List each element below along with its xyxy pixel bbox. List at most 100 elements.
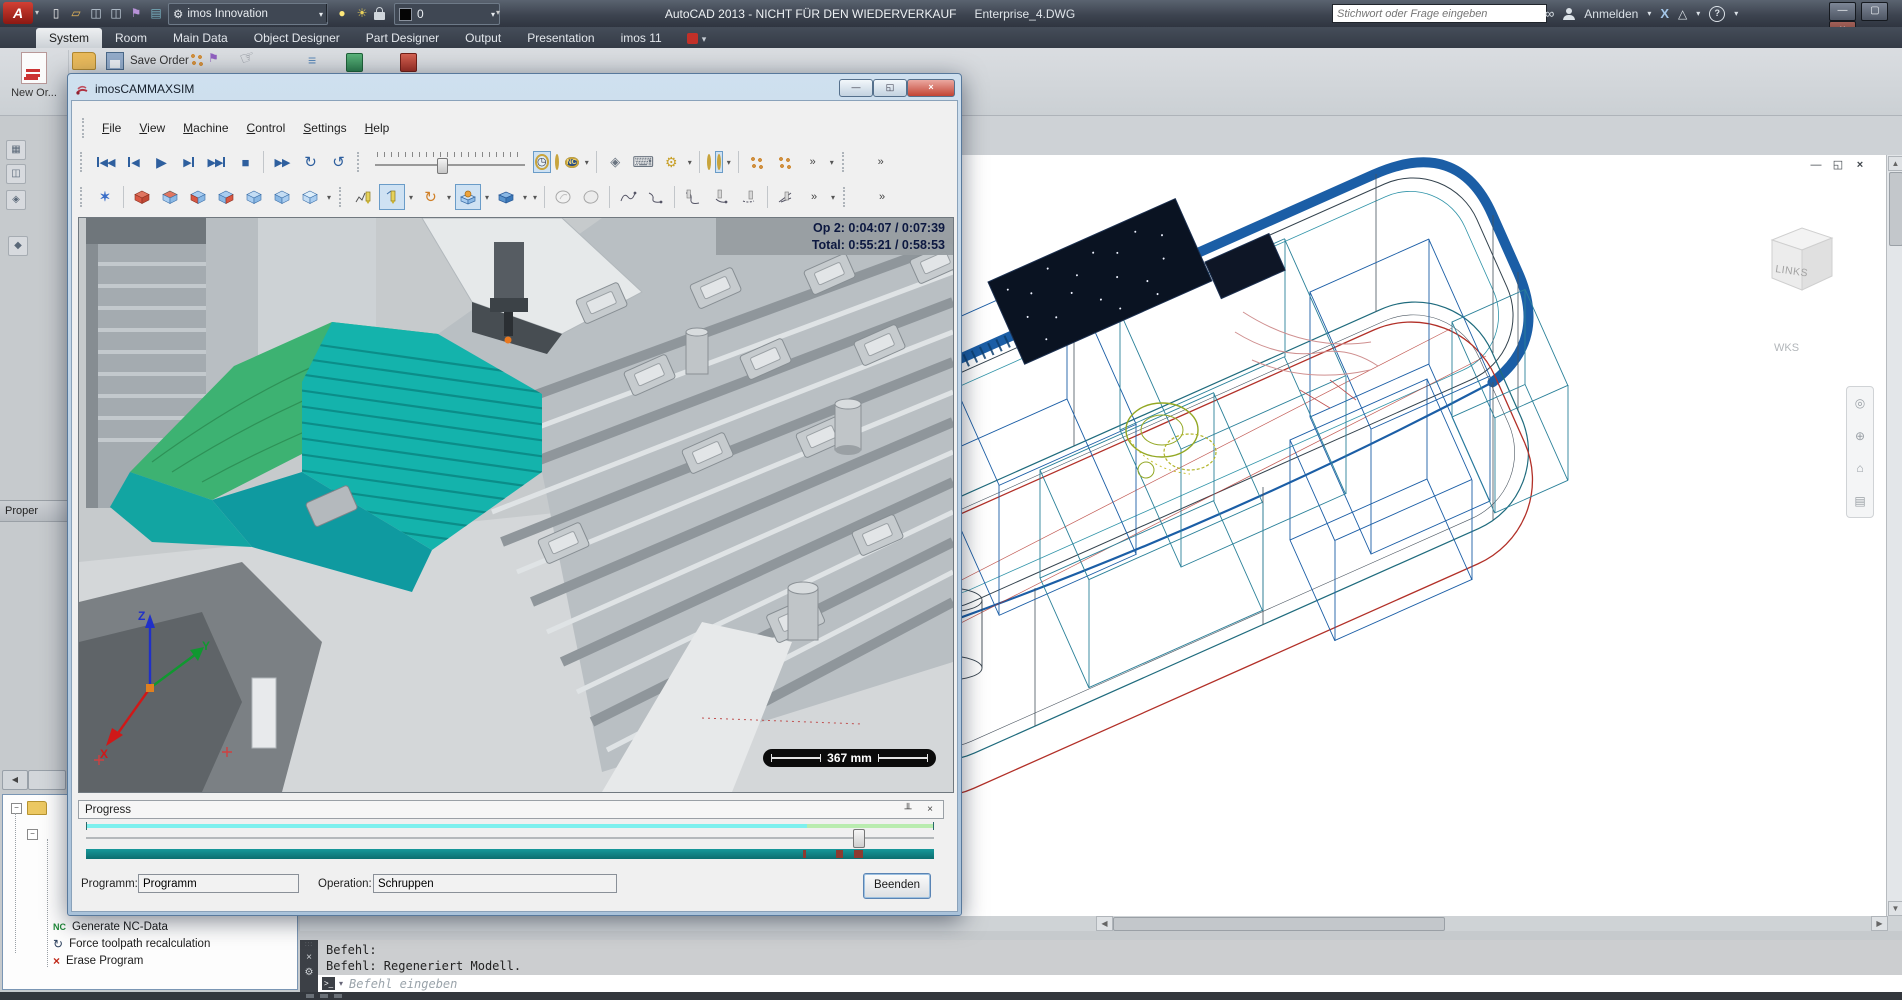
settings-gear-icon[interactable]: ⚙ xyxy=(658,149,684,175)
cube-view-top-red[interactable] xyxy=(157,184,183,210)
dwg-minimize-button[interactable]: — xyxy=(1806,158,1826,173)
hand-tools-icon[interactable]: ☞ xyxy=(237,46,258,70)
stock-display-button[interactable] xyxy=(493,184,519,210)
close-icon[interactable]: × xyxy=(923,804,937,815)
toolbar-grip[interactable] xyxy=(357,152,363,172)
autocad-logo[interactable]: A xyxy=(3,2,33,24)
command-input[interactable] xyxy=(347,975,1902,992)
collision-blue-button[interactable] xyxy=(705,151,713,173)
tree-collapse-icon[interactable]: − xyxy=(27,829,38,840)
tool-display-button[interactable] xyxy=(379,184,405,210)
tab-object-designer[interactable]: Object Designer xyxy=(241,28,353,48)
status-icon[interactable] xyxy=(334,994,342,998)
sun-brightness-icon[interactable]: ☀ xyxy=(352,3,372,23)
tab-room[interactable]: Room xyxy=(102,28,160,48)
palette-diamond-icon[interactable]: ◈ xyxy=(6,190,26,210)
new-icon[interactable]: ▯ xyxy=(46,3,66,23)
to-start-button[interactable]: ◀◀ xyxy=(92,149,118,175)
toolpath-d-button[interactable] xyxy=(773,184,799,210)
tree-collapse-icon[interactable]: − xyxy=(11,803,22,814)
search-input[interactable] xyxy=(1332,4,1547,23)
palette-grid-icon[interactable]: ▦ xyxy=(6,140,26,160)
panel-button[interactable] xyxy=(28,770,66,790)
viewcube[interactable]: LINKS xyxy=(1762,220,1840,298)
palette-box-icon[interactable]: ◫ xyxy=(6,164,26,184)
cluster-a-button[interactable] xyxy=(744,149,770,175)
blob-a-button[interactable] xyxy=(550,184,576,210)
ribbon-collapse-icon[interactable]: ▾ xyxy=(702,34,707,45)
orbit-icon[interactable]: ▤ xyxy=(1854,494,1865,508)
open-folder-icon[interactable]: ▱ xyxy=(66,3,86,23)
user-icon[interactable] xyxy=(1563,8,1575,20)
chevron-down-icon[interactable]: ▾ xyxy=(339,979,343,988)
dialog-close-button[interactable]: × xyxy=(907,79,955,97)
signin-label[interactable]: Anmelden xyxy=(1584,7,1638,21)
chevron-down-icon[interactable]: ▾ xyxy=(828,158,836,167)
vscroll-thumb[interactable] xyxy=(1889,172,1902,246)
chevron-down-icon[interactable]: ▾ xyxy=(583,158,591,167)
dialog-titlebar[interactable]: imosCAMMAXSIM — ◱ × xyxy=(71,77,958,100)
chevron-down-icon[interactable]: ▾ xyxy=(725,158,733,167)
wrench-icon[interactable]: ⚙ xyxy=(300,963,318,978)
toolbar-overflow-button[interactable]: » xyxy=(801,184,827,210)
menu-control[interactable]: Control xyxy=(239,118,294,138)
horizontal-scrollbar[interactable]: ◀ ▶ xyxy=(300,916,1902,931)
menubar-grip[interactable] xyxy=(82,118,88,138)
fit-view-icon[interactable]: ✶ xyxy=(92,184,118,210)
collapse-left-button[interactable]: ◀ xyxy=(2,770,28,790)
cube-view-blue1[interactable] xyxy=(241,184,267,210)
green-part-icon[interactable] xyxy=(346,53,363,72)
dwg-restore-button[interactable]: ◱ xyxy=(1828,158,1848,173)
scroll-left-icon[interactable]: ◀ xyxy=(1096,916,1113,931)
kinematics-icon[interactable]: ◈ xyxy=(602,149,628,175)
maximize-button[interactable]: ▢ xyxy=(1861,2,1888,21)
new-order-button[interactable]: New Or... xyxy=(4,50,64,112)
list-icon[interactable]: ≡ xyxy=(308,52,316,68)
chevron-down-icon[interactable]: ▾ xyxy=(829,193,837,202)
timeline-thumb[interactable] xyxy=(853,829,865,848)
plot-icon[interactable]: ⚑ xyxy=(126,3,146,23)
exchange-apps-icon[interactable]: X xyxy=(1660,6,1669,21)
step-forward-button[interactable]: ▶ xyxy=(176,149,202,175)
operation-field[interactable] xyxy=(373,874,617,893)
toolbar-grip[interactable] xyxy=(80,187,86,207)
structure-icon[interactable] xyxy=(190,53,203,66)
save-as-icon[interactable]: ◫ xyxy=(106,3,126,23)
speed-slider[interactable] xyxy=(375,151,525,173)
layer-color-control[interactable]: 0 ▾ xyxy=(394,3,500,25)
save-order-label[interactable]: Save Order xyxy=(130,55,189,67)
cube-view-side-red[interactable] xyxy=(213,184,239,210)
progress-panel-header[interactable]: Progress ╨ × xyxy=(78,800,944,819)
help-book-icon[interactable]: ▤ xyxy=(146,3,166,23)
palette-gem-icon[interactable]: ◆ xyxy=(8,236,28,256)
slider-thumb[interactable] xyxy=(437,158,448,174)
workspace-switcher[interactable]: ⚙ imos Innovation ▾ xyxy=(168,3,328,25)
menu-machine[interactable]: Machine xyxy=(175,118,236,138)
tab-part-designer[interactable]: Part Designer xyxy=(353,28,452,48)
chevron-down-icon[interactable]: ▾ xyxy=(521,193,529,202)
toolbar-grip[interactable] xyxy=(339,187,345,207)
toolbar-grip[interactable] xyxy=(843,187,849,207)
dialog-restore-button[interactable]: ◱ xyxy=(873,79,907,97)
keyboard-icon[interactable]: ⌨ xyxy=(630,149,656,175)
rotate-tool-icon[interactable]: ↻ xyxy=(417,184,443,210)
zoom-icon[interactable]: ⌂ xyxy=(1856,461,1863,475)
pan-icon[interactable]: ⊕ xyxy=(1855,429,1865,443)
menu-help[interactable]: Help xyxy=(357,118,398,138)
qat-overflow-icon[interactable]: ▾ xyxy=(496,8,500,17)
toolpath-b-button[interactable] xyxy=(708,184,734,210)
chevron-down-icon[interactable]: ▾ xyxy=(1647,9,1651,18)
status-icon[interactable] xyxy=(306,994,314,998)
vertical-scrollbar[interactable]: ▲ ▼ xyxy=(1886,155,1902,916)
autodesk360-icon[interactable]: △ xyxy=(1678,7,1687,21)
blob-b-button[interactable] xyxy=(578,184,604,210)
collision-orange-button[interactable] xyxy=(715,151,723,173)
scroll-right-icon[interactable]: ▶ xyxy=(1871,916,1888,931)
logo-caret-icon[interactable]: ▾ xyxy=(35,8,39,17)
step-back-button[interactable]: ◀ xyxy=(120,149,146,175)
simulation-viewport[interactable]: Z Y X Op 2: 0:04:07 / 0:07:39 Total: 0:5… xyxy=(78,217,954,793)
toolbar-overflow-button[interactable]: » xyxy=(869,184,895,210)
cube-view-red[interactable] xyxy=(129,184,155,210)
timeline-slider[interactable] xyxy=(86,837,934,839)
status-icon[interactable] xyxy=(320,994,328,998)
